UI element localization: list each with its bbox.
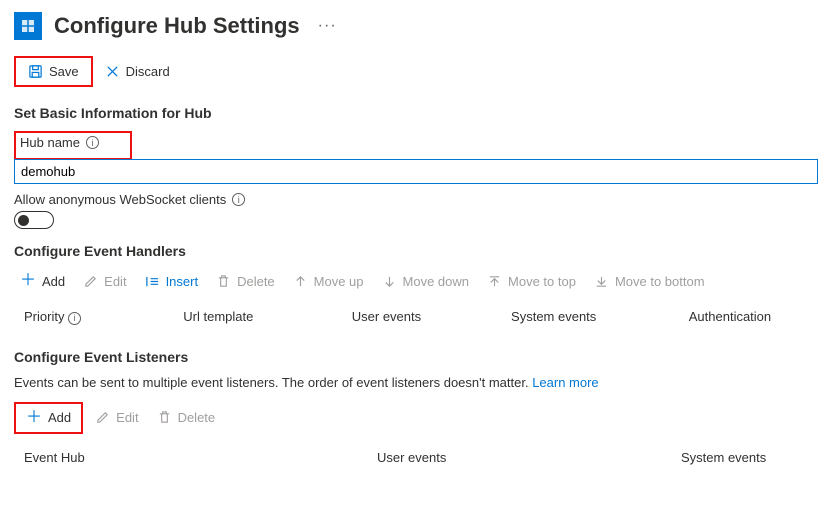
movedown-label: Move down xyxy=(403,274,469,289)
section-handlers-title: Configure Event Handlers xyxy=(14,243,818,259)
delete-label: Delete xyxy=(237,274,275,289)
arrow-top-icon xyxy=(487,274,502,289)
plus-icon: ＋ xyxy=(20,273,36,289)
col-priority: Priority xyxy=(24,309,64,324)
col-eventhub: Event Hub xyxy=(24,450,347,465)
trash-icon xyxy=(157,410,172,425)
col-userevents: User events xyxy=(377,450,651,465)
handlers-edit-button[interactable]: Edit xyxy=(77,270,132,293)
section-listeners-title: Configure Event Listeners xyxy=(14,349,818,365)
highlight-save: Save xyxy=(14,56,93,87)
trash-icon xyxy=(216,274,231,289)
col-auth: Authentication xyxy=(689,309,818,325)
save-icon xyxy=(28,64,43,79)
info-icon[interactable]: i xyxy=(86,136,99,149)
handlers-add-button[interactable]: ＋ Add xyxy=(14,269,71,293)
more-icon[interactable]: ··· xyxy=(312,17,343,35)
insert-icon xyxy=(145,274,160,289)
page-header: Configure Hub Settings ··· xyxy=(14,12,818,40)
arrow-up-icon xyxy=(293,274,308,289)
save-button[interactable]: Save xyxy=(20,60,87,83)
listeners-cmdbar: ＋ Add Edit Delete xyxy=(14,402,818,434)
anon-label: Allow anonymous WebSocket clients xyxy=(14,192,226,207)
handlers-delete-button[interactable]: Delete xyxy=(210,270,281,293)
handlers-insert-button[interactable]: Insert xyxy=(139,270,205,293)
plus-icon: ＋ xyxy=(26,410,42,426)
movetop-label: Move to top xyxy=(508,274,576,289)
col-url: Url template xyxy=(183,309,322,325)
anon-toggle[interactable] xyxy=(14,211,54,229)
handlers-movetop-button[interactable]: Move to top xyxy=(481,270,582,293)
pencil-icon xyxy=(95,410,110,425)
arrow-bottom-icon xyxy=(594,274,609,289)
moveup-label: Move up xyxy=(314,274,364,289)
handlers-movebottom-button[interactable]: Move to bottom xyxy=(588,270,711,293)
col-systemevents: System events xyxy=(511,309,659,325)
discard-label: Discard xyxy=(126,64,170,79)
col-systemevents: System events xyxy=(681,450,818,465)
logo-tile xyxy=(14,12,42,40)
info-icon[interactable]: i xyxy=(232,193,245,206)
handlers-cmdbar: ＋ Add Edit Insert Delete Move up Move do… xyxy=(14,269,818,293)
listeners-add-button[interactable]: ＋ Add xyxy=(20,406,77,430)
hubname-label: Hub name xyxy=(20,135,80,150)
top-toolbar: Save Discard xyxy=(14,56,818,87)
listeners-edit-button[interactable]: Edit xyxy=(89,406,144,429)
handlers-moveup-button[interactable]: Move up xyxy=(287,270,370,293)
discard-button[interactable]: Discard xyxy=(97,60,178,83)
arrow-down-icon xyxy=(382,274,397,289)
col-userevents: User events xyxy=(352,309,481,325)
handlers-columns: Priority i Url template User events Syst… xyxy=(14,307,818,341)
edit-label: Edit xyxy=(104,274,126,289)
delete-label: Delete xyxy=(178,410,216,425)
close-icon xyxy=(105,64,120,79)
learn-more-link[interactable]: Learn more xyxy=(532,375,598,390)
info-icon[interactable]: i xyxy=(68,312,81,325)
highlight-hubname: Hub name i xyxy=(14,131,132,160)
edit-label: Edit xyxy=(116,410,138,425)
hubname-input[interactable] xyxy=(14,159,818,184)
save-label: Save xyxy=(49,64,79,79)
movebottom-label: Move to bottom xyxy=(615,274,705,289)
listeners-desc-text: Events can be sent to multiple event lis… xyxy=(14,375,532,390)
page-title: Configure Hub Settings xyxy=(54,13,300,39)
handlers-movedown-button[interactable]: Move down xyxy=(376,270,475,293)
listeners-columns: Event Hub User events System events xyxy=(14,448,818,481)
pencil-icon xyxy=(83,274,98,289)
section-basic-title: Set Basic Information for Hub xyxy=(14,105,818,121)
insert-label: Insert xyxy=(166,274,199,289)
listeners-delete-button[interactable]: Delete xyxy=(151,406,222,429)
add-label: Add xyxy=(42,274,65,289)
webpubsub-icon xyxy=(19,17,37,35)
add-label: Add xyxy=(48,410,71,425)
listeners-desc: Events can be sent to multiple event lis… xyxy=(14,375,818,390)
highlight-listeners-add: ＋ Add xyxy=(14,402,83,434)
